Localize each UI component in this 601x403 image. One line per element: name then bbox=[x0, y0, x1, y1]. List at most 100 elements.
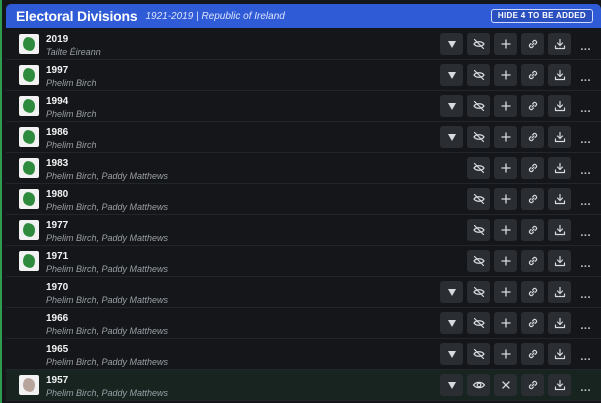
dropdown-button[interactable] bbox=[440, 312, 463, 334]
download-icon bbox=[553, 37, 567, 51]
copy-link-button[interactable] bbox=[521, 250, 544, 272]
hide-layer-button[interactable] bbox=[467, 64, 490, 86]
layer-row[interactable]: 1970 Phelim Birch, Paddy Matthews... bbox=[6, 277, 601, 308]
copy-link-button[interactable] bbox=[521, 312, 544, 334]
hide-layer-button[interactable] bbox=[467, 312, 490, 334]
layer-year: 1977 bbox=[46, 220, 69, 231]
copy-link-button[interactable] bbox=[521, 281, 544, 303]
layer-year: 1966 bbox=[46, 313, 69, 324]
layer-row[interactable]: 1980 Phelim Birch, Paddy Matthews... bbox=[6, 184, 601, 215]
hide-layer-button[interactable] bbox=[467, 343, 490, 365]
add-layer-button[interactable] bbox=[494, 343, 517, 365]
layer-row[interactable]: 1957 Phelim Birch, Paddy Matthews... bbox=[6, 370, 601, 401]
download-button[interactable] bbox=[548, 343, 571, 365]
add-layer-button[interactable] bbox=[494, 250, 517, 272]
download-button[interactable] bbox=[548, 219, 571, 241]
download-button[interactable] bbox=[548, 250, 571, 272]
hide-layer-button[interactable] bbox=[467, 126, 490, 148]
more-options-icon[interactable]: ... bbox=[580, 165, 591, 177]
layer-author: Phelim Birch, Paddy Matthews bbox=[46, 264, 169, 274]
layer-row[interactable]: 2019 Tailte Éireann... bbox=[6, 29, 601, 60]
dropdown-button[interactable] bbox=[440, 95, 463, 117]
more-options-icon[interactable]: ... bbox=[580, 196, 591, 208]
copy-link-button[interactable] bbox=[521, 188, 544, 210]
download-icon bbox=[553, 347, 567, 361]
layer-year: 1957 bbox=[46, 375, 69, 386]
plus-icon bbox=[499, 285, 513, 299]
layer-row[interactable]: 1971 Phelim Birch, Paddy Matthews... bbox=[6, 246, 601, 277]
hide-layer-button[interactable] bbox=[467, 188, 490, 210]
copy-link-button[interactable] bbox=[521, 219, 544, 241]
more-options-icon[interactable]: ... bbox=[580, 72, 591, 84]
hide-to-be-added-button[interactable]: HIDE 4 TO BE ADDED bbox=[490, 9, 593, 23]
add-layer-button[interactable] bbox=[494, 281, 517, 303]
layer-author: Phelim Birch, Paddy Matthews bbox=[46, 357, 169, 367]
hide-layer-button[interactable] bbox=[467, 157, 490, 179]
layer-row[interactable]: 1997 Phelim Birch... bbox=[6, 60, 601, 91]
copy-link-button[interactable] bbox=[521, 64, 544, 86]
dropdown-button[interactable] bbox=[440, 343, 463, 365]
add-layer-button[interactable] bbox=[494, 312, 517, 334]
panel-subtitle: 1921-2019 | Republic of Ireland bbox=[145, 10, 285, 22]
more-options-icon[interactable]: ... bbox=[580, 41, 591, 53]
map-thumbnail-icon bbox=[19, 96, 39, 116]
hide-layer-button[interactable] bbox=[467, 219, 490, 241]
dropdown-button[interactable] bbox=[440, 126, 463, 148]
hide-layer-button[interactable] bbox=[467, 281, 490, 303]
eye-off-icon bbox=[472, 285, 486, 299]
panel-title: Electoral Divisions bbox=[16, 8, 138, 24]
layer-actions bbox=[440, 157, 571, 179]
download-button[interactable] bbox=[548, 157, 571, 179]
download-button[interactable] bbox=[548, 95, 571, 117]
more-options-icon[interactable]: ... bbox=[580, 134, 591, 146]
dropdown-button[interactable] bbox=[440, 281, 463, 303]
add-layer-button[interactable] bbox=[494, 219, 517, 241]
add-layer-button[interactable] bbox=[494, 157, 517, 179]
more-options-icon[interactable]: ... bbox=[580, 320, 591, 332]
more-options-icon[interactable]: ... bbox=[580, 227, 591, 239]
layer-row[interactable]: 1994 Phelim Birch... bbox=[6, 91, 601, 122]
dropdown-button[interactable] bbox=[440, 374, 463, 396]
download-button[interactable] bbox=[548, 64, 571, 86]
copy-link-button[interactable] bbox=[521, 157, 544, 179]
download-button[interactable] bbox=[548, 188, 571, 210]
download-button[interactable] bbox=[548, 33, 571, 55]
plus-icon bbox=[499, 347, 513, 361]
hide-layer-button[interactable] bbox=[467, 250, 490, 272]
layer-actions bbox=[440, 343, 571, 365]
more-options-icon[interactable]: ... bbox=[580, 382, 591, 394]
add-layer-button[interactable] bbox=[494, 126, 517, 148]
layer-row[interactable]: 1965 Phelim Birch, Paddy Matthews... bbox=[6, 339, 601, 370]
dropdown-button[interactable] bbox=[440, 64, 463, 86]
copy-link-button[interactable] bbox=[521, 33, 544, 55]
link-icon bbox=[526, 161, 540, 175]
dropdown-button[interactable] bbox=[440, 33, 463, 55]
link-icon bbox=[526, 37, 540, 51]
layer-row[interactable]: 1983 Phelim Birch, Paddy Matthews... bbox=[6, 153, 601, 184]
add-layer-button[interactable] bbox=[494, 33, 517, 55]
more-options-icon[interactable]: ... bbox=[580, 289, 591, 301]
more-options-icon[interactable]: ... bbox=[580, 103, 591, 115]
download-button[interactable] bbox=[548, 126, 571, 148]
download-button[interactable] bbox=[548, 374, 571, 396]
hide-layer-button[interactable] bbox=[467, 95, 490, 117]
more-options-icon[interactable]: ... bbox=[580, 351, 591, 363]
add-layer-button[interactable] bbox=[494, 64, 517, 86]
show-layer-button[interactable] bbox=[467, 374, 490, 396]
layer-row[interactable]: 1986 Phelim Birch... bbox=[6, 122, 601, 153]
download-button[interactable] bbox=[548, 312, 571, 334]
add-layer-button[interactable] bbox=[494, 188, 517, 210]
remove-layer-button[interactable] bbox=[494, 374, 517, 396]
link-icon bbox=[526, 285, 540, 299]
copy-link-button[interactable] bbox=[521, 374, 544, 396]
copy-link-button[interactable] bbox=[521, 126, 544, 148]
download-button[interactable] bbox=[548, 281, 571, 303]
copy-link-button[interactable] bbox=[521, 95, 544, 117]
add-layer-button[interactable] bbox=[494, 95, 517, 117]
layer-row[interactable]: 1977 Phelim Birch, Paddy Matthews... bbox=[6, 215, 601, 246]
hide-layer-button[interactable] bbox=[467, 33, 490, 55]
link-icon bbox=[526, 192, 540, 206]
more-options-icon[interactable]: ... bbox=[580, 258, 591, 270]
layer-row[interactable]: 1966 Phelim Birch, Paddy Matthews... bbox=[6, 308, 601, 339]
copy-link-button[interactable] bbox=[521, 343, 544, 365]
